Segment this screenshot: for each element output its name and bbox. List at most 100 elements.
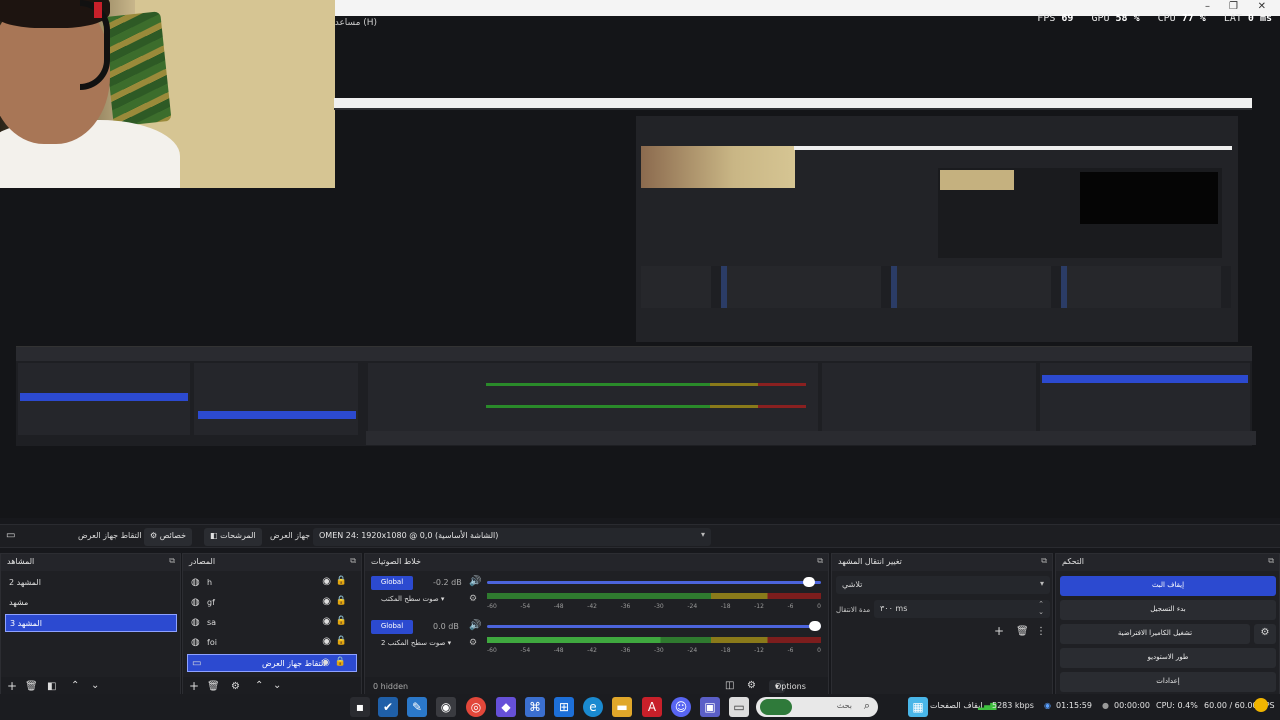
spin-arrows-icon[interactable]: ⌃ ⌄ (1038, 600, 1044, 616)
gear-icon[interactable]: ⚙ (231, 681, 240, 692)
gear-icon[interactable]: ⚙ (747, 680, 756, 691)
app-icon[interactable]: ▭ (729, 697, 749, 717)
display-select[interactable]: OMEN 24: 1920x1080 @ 0,0 (الشاشة الأساسي… (313, 528, 711, 546)
help-menu[interactable]: مساعدة (H) (330, 18, 377, 28)
eye-icon[interactable]: ◉ (322, 596, 331, 607)
popout-icon[interactable]: ⧉ (1041, 556, 1047, 566)
scene-item[interactable]: المشهد 2 (5, 574, 176, 592)
source-item[interactable]: ◍ sa ◉ 🔒 (187, 614, 357, 632)
lock-icon[interactable]: 🔒 (336, 596, 347, 606)
sources-dock: المصادر ⧉ ◍ h ◉ 🔒 ◍ gf ◉ 🔒 ◍ sa ◉ 🔒 ◍ fo… (182, 553, 362, 698)
cpu-stat: CPU 77 % (1157, 13, 1206, 24)
lock-icon[interactable]: 🔒 (336, 576, 347, 586)
meter-tick: -60 (487, 603, 497, 610)
meter-tick: -12 (754, 647, 764, 654)
slider-knob[interactable] (809, 621, 821, 631)
taskbar: ▪ ✔ ✎ ◉ ◎ ◆ ⌘ ⊞ e ▬ A ☺ ▣ ▭ بحث ⌕ ▦ إيقا… (0, 694, 1280, 720)
lock-icon[interactable]: 🔒 (335, 657, 346, 667)
transition-select[interactable]: تلاشي ▾ (836, 576, 1050, 594)
source-item[interactable]: ◍ foi ◉ 🔒 (187, 634, 357, 652)
filters-button[interactable]: ◧ المرشحات (204, 528, 262, 546)
gear-icon[interactable]: ⚙ (1254, 624, 1276, 644)
app-icon[interactable]: ✎ (407, 697, 427, 717)
move-up-icon[interactable]: ⌃ (71, 680, 79, 691)
volume-slider[interactable] (487, 577, 821, 587)
teams-icon[interactable]: ▣ (700, 697, 720, 717)
trash-icon[interactable]: 🗑 (25, 681, 38, 692)
studio-mode-button[interactable]: طور الاستوديو (1060, 648, 1276, 668)
edge-icon[interactable]: e (583, 697, 603, 717)
popout-icon[interactable]: ⧉ (817, 556, 823, 566)
scene-item-selected[interactable]: المشهد 3 (5, 614, 177, 632)
move-up-icon[interactable]: ⌃ (255, 680, 263, 691)
obs-preview[interactable]: – ❐ ✕ مساعدة (H) FPS 69 GPU 58 % CPU 77 … (0, 0, 1280, 518)
duration-spinbox[interactable]: ٣٠٠ ms ⌃ ⌄ (874, 600, 1050, 618)
popout-icon[interactable]: ⧉ (1268, 556, 1274, 566)
sources-title: المصادر (189, 557, 216, 566)
current-source-name: التقاط جهاز العرض (78, 531, 142, 540)
gear-icon[interactable]: ⚙ (469, 638, 477, 648)
audio-meter (487, 593, 821, 599)
add-icon[interactable]: + (7, 679, 17, 693)
add-icon[interactable]: + (994, 624, 1004, 638)
meter-tick: -54 (520, 603, 531, 610)
app-icon[interactable]: ⌘ (525, 697, 545, 717)
options-button[interactable]: Options ▾ (769, 680, 806, 693)
eye-icon[interactable]: ◉ (322, 616, 331, 627)
search-box[interactable]: بحث ⌕ (756, 697, 878, 717)
gear-icon[interactable]: ⚙ (469, 594, 477, 604)
folder-icon[interactable]: ▬ (612, 697, 632, 717)
mixer-channel-2: Global 0.0 dB 🔊 صوت سطح المكتب 2 ▾ ⚙ -60… (371, 620, 821, 664)
lock-icon[interactable]: 🔒 (336, 616, 347, 626)
notification-icon[interactable] (1254, 698, 1268, 712)
trash-icon[interactable]: 🗑 (1016, 626, 1029, 637)
obs-icon[interactable]: ◉ (436, 697, 456, 717)
move-down-icon[interactable]: ⌄ (273, 680, 281, 691)
start-recording-button[interactable]: بدء التسجيل (1060, 600, 1276, 620)
meter-ticks: -60 -54 -48 -42 -36 -30 -24 -18 -12 -6 0 (487, 647, 821, 654)
columns-icon[interactable]: ◫ (725, 680, 734, 691)
adobe-icon[interactable]: A (642, 697, 662, 717)
more-icon[interactable]: ⋮ (1036, 626, 1046, 637)
source-item[interactable]: ◍ h ◉ 🔒 (187, 574, 357, 592)
store-icon[interactable]: ⊞ (554, 697, 574, 717)
virtual-camera-button[interactable]: تشغيل الكاميرا الافتراضية (1060, 624, 1250, 644)
app-icon[interactable]: ✔ (378, 697, 398, 717)
speaker-icon[interactable]: 🔊 (469, 620, 481, 631)
properties-button[interactable]: ⚙ خصائص (144, 528, 193, 546)
channel-label[interactable]: صوت سطح المكتب 2 ▾ (381, 639, 451, 647)
speaker-icon[interactable]: 🔊 (469, 576, 481, 587)
close-icon[interactable]: ✕ (1258, 1, 1266, 12)
add-icon[interactable]: + (189, 679, 199, 693)
eye-icon[interactable]: ◉ (322, 576, 331, 587)
popout-icon[interactable]: ⧉ (350, 556, 356, 566)
trash-icon[interactable]: 🗑 (207, 681, 220, 692)
meter-tick: -48 (553, 647, 564, 654)
discord-icon[interactable]: ☺ (671, 697, 691, 717)
move-down-icon[interactable]: ⌄ (91, 680, 99, 691)
slider-knob[interactable] (802, 577, 815, 587)
volume-slider[interactable] (487, 621, 821, 631)
chevron-down-icon: ▾ (1039, 579, 1044, 588)
app-icon[interactable]: ◆ (496, 697, 516, 717)
settings-button[interactable]: إعدادات (1060, 672, 1276, 692)
stop-stream-button[interactable]: إيقاف البث (1060, 576, 1276, 596)
chrome-icon[interactable]: ◎ (466, 697, 486, 717)
meter-tick: -24 (687, 647, 698, 654)
app-icon[interactable]: ▪ (350, 697, 370, 717)
maximize-icon[interactable]: ❐ (1229, 1, 1238, 12)
minimize-icon[interactable]: – (1205, 1, 1210, 12)
filter-icon[interactable]: ◧ (47, 681, 56, 692)
gpu-stat: GPU 58 % (1091, 13, 1140, 24)
eye-icon[interactable]: ◉ (322, 636, 331, 647)
popout-icon[interactable]: ⧉ (169, 556, 175, 566)
scene-item[interactable]: مشهد (5, 594, 176, 612)
lock-icon[interactable]: 🔒 (336, 636, 347, 646)
eye-icon[interactable]: ◉ (321, 657, 330, 668)
meter-tick: 0 (817, 647, 821, 654)
transitions-title: تغيير انتقال المشهد (838, 557, 902, 566)
channel-label[interactable]: صوت سطح المكتب ▾ (381, 595, 444, 603)
app-icon[interactable]: ▦ (908, 697, 928, 717)
source-item-selected[interactable]: ▭ التقاط جهاز العرض ◉ 🔒 (187, 654, 357, 672)
source-item[interactable]: ◍ gf ◉ 🔒 (187, 594, 357, 612)
